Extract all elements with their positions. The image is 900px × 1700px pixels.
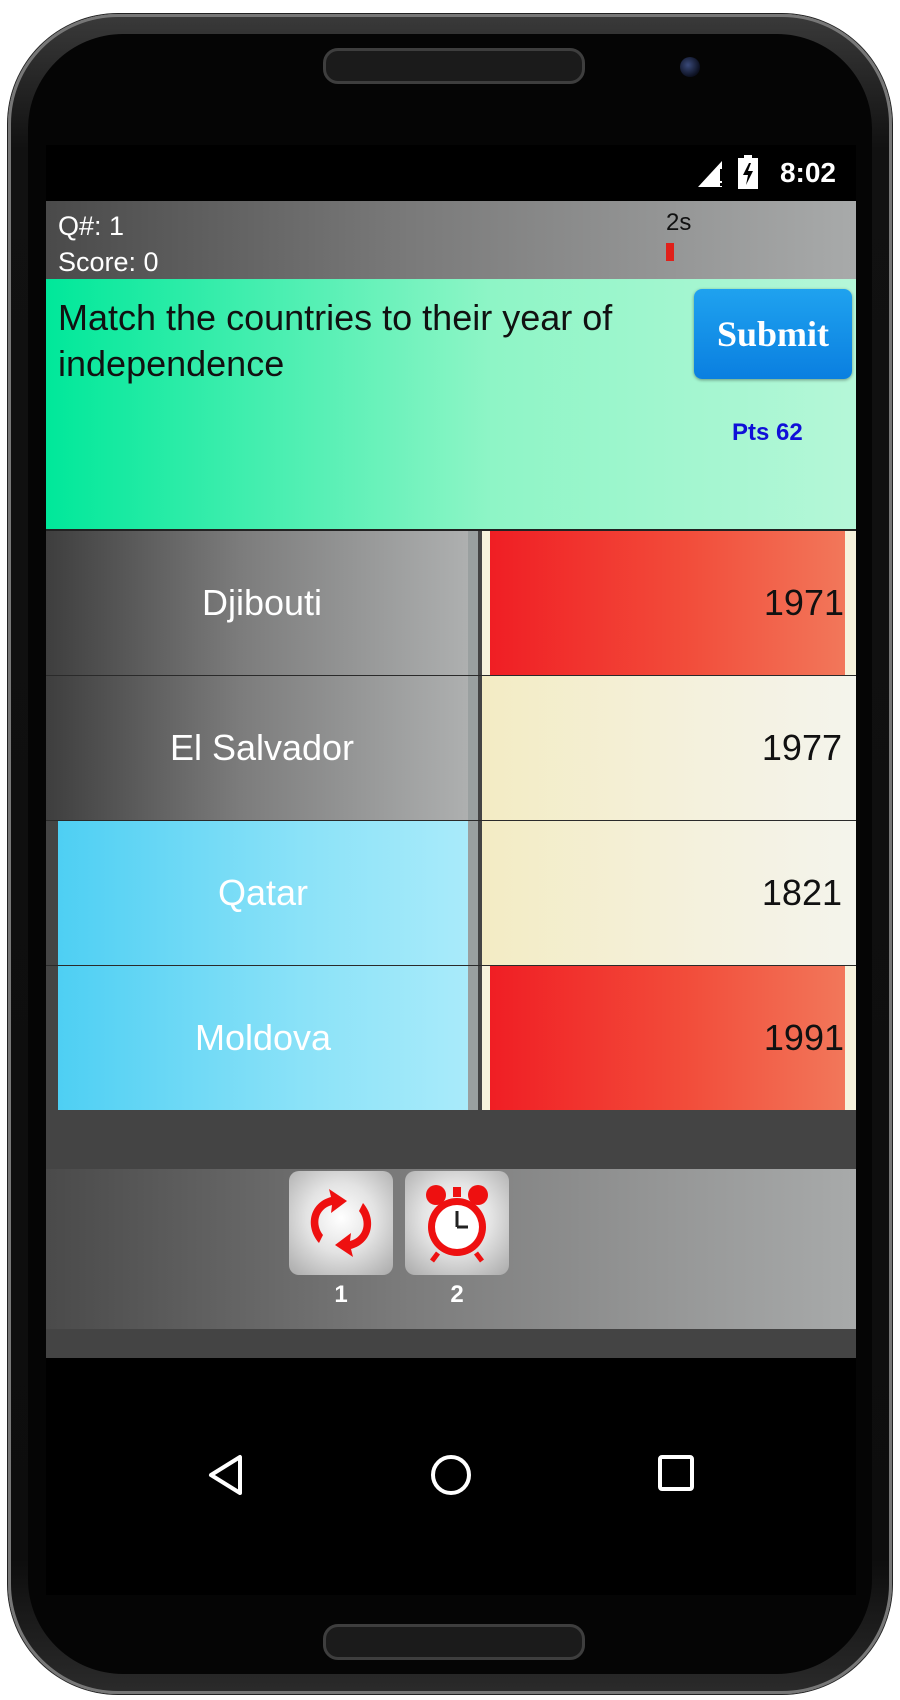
matching-grid: Djibouti 1971 El Salvador 1977 Qatar 182… [46,531,856,1111]
back-icon[interactable] [206,1453,246,1497]
alarm-count: 2 [450,1281,464,1308]
year-label: 1991 [763,1017,844,1058]
year-tile-1977[interactable]: 1977 [482,676,856,820]
signal-icon [698,161,723,187]
submit-button[interactable]: Submit [694,289,852,379]
match-row: El Salvador 1977 [46,676,856,820]
home-icon[interactable] [429,1453,473,1497]
refresh-powerup-button[interactable] [289,1171,393,1275]
powerup-bar: 1 2 [46,1169,856,1329]
question-number: Q#: 1 [58,211,125,241]
year-label: 1977 [761,727,842,768]
refresh-count: 1 [334,1281,348,1308]
status-bar: 8:02 [46,145,856,201]
navigation-bar [46,1358,856,1595]
year-tile-1991[interactable]: 1991 [482,966,856,1110]
year-label: 1821 [761,872,842,913]
row-separator [468,531,478,675]
alarm-clock-icon [426,1185,488,1263]
timer-progress-bar [666,243,674,261]
points-label: Pts 62 [732,419,803,446]
year-label: 1971 [763,582,844,623]
score: Score: 0 [58,247,159,277]
recents-icon[interactable] [656,1453,696,1493]
alarm-powerup-button[interactable] [405,1171,509,1275]
question-panel: Match the countries to their year of ind… [46,279,856,531]
row-separator [468,966,478,1110]
screen: 8:02 Q#: 1 Score: 0 2s Match the countri… [46,145,856,1595]
battery-charging-icon [738,155,758,189]
year-tile-1821[interactable]: 1821 [482,821,856,965]
game-screen: Q#: 1 Score: 0 2s Match the countries to… [46,201,856,1358]
bottom-speaker [323,1624,585,1660]
game-header: Q#: 1 Score: 0 2s [46,201,856,279]
front-camera [680,57,700,77]
row-separator [468,821,478,965]
refresh-icon [310,1189,372,1257]
country-tile-djibouti[interactable]: Djibouti [46,531,478,675]
match-row: Moldova 1991 [46,966,856,1110]
country-tile-qatar[interactable]: Qatar [58,821,468,965]
year-tile-1971[interactable]: 1971 [482,531,856,675]
country-tile-moldova[interactable]: Moldova [58,966,468,1110]
question-text: Match the countries to their year of ind… [58,297,613,384]
country-tile-el-salvador[interactable]: El Salvador [46,676,478,820]
row-separator [468,676,478,820]
match-row: Djibouti 1971 [46,531,856,675]
earpiece-speaker [323,48,585,84]
match-row: Qatar 1821 [46,821,856,965]
timer-label: 2s [666,209,692,236]
status-time: 8:02 [779,157,836,188]
